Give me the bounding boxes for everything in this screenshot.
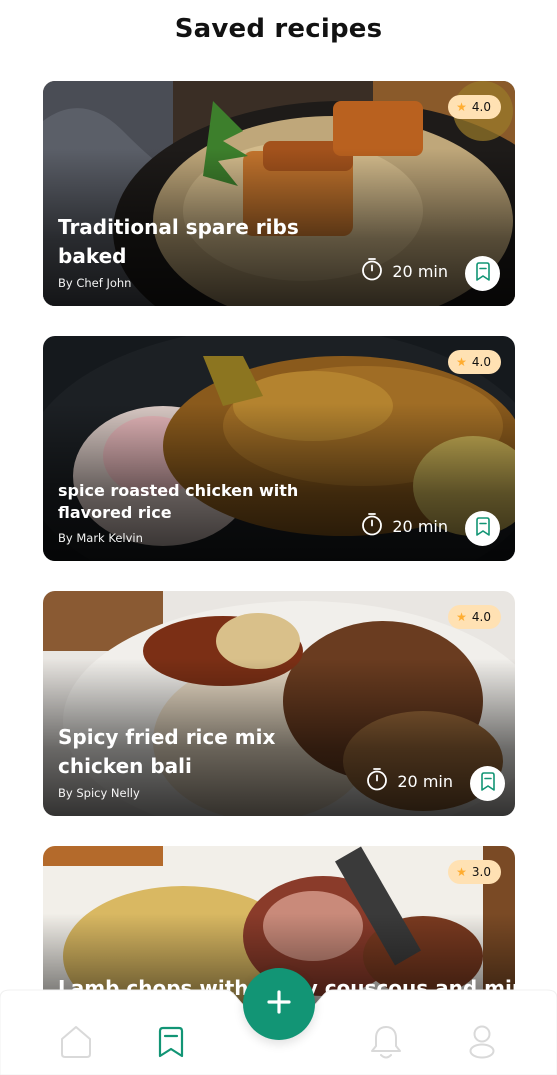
cook-time-value: 20 min: [397, 771, 453, 791]
nav-home[interactable]: [57, 1025, 95, 1063]
recipe-title: Spicy fried rice mix chicken bali: [58, 725, 276, 778]
rating-badge: ★ 4.0: [448, 95, 501, 119]
timer-icon: [366, 767, 388, 795]
rating-value: 4.0: [471, 100, 491, 114]
recipe-title: Traditional spare ribs baked: [58, 215, 299, 268]
plus-icon: [266, 989, 292, 1019]
rating-badge: ★ 4.0: [448, 350, 501, 374]
cook-time: 20 min: [361, 512, 448, 540]
recipe-card[interactable]: ★ 4.0 spice roasted chicken with flavore…: [43, 336, 515, 561]
timer-icon: [361, 512, 383, 540]
star-icon: ★: [456, 865, 467, 879]
bookmark-button[interactable]: [470, 766, 505, 801]
recipe-author: By Mark Kelvin: [58, 531, 143, 545]
recipe-card[interactable]: ★ 4.0 Traditional spare ribs baked By Ch…: [43, 81, 515, 306]
rating-value: 4.0: [471, 355, 491, 369]
star-icon: ★: [456, 100, 467, 114]
page-title: Saved recipes: [174, 14, 383, 44]
cook-time: 20 min: [361, 257, 448, 285]
cook-time-value: 20 min: [392, 516, 448, 536]
timer-icon: [361, 257, 383, 285]
bookmark-icon: [475, 516, 491, 541]
bookmark-button[interactable]: [465, 256, 500, 291]
nav-profile[interactable]: [463, 1025, 501, 1063]
rating-value: 4.0: [471, 610, 491, 624]
recipe-title: spice roasted chicken with flavored rice: [58, 480, 299, 523]
bookmark-icon: [157, 1026, 185, 1062]
star-icon: ★: [456, 355, 467, 369]
saved-recipes-screen: Saved recipes ★ 4.0 Traditional spare ri…: [0, 0, 557, 1075]
profile-icon: [467, 1024, 497, 1064]
recipe-card[interactable]: ★ 4.0 Spicy fried rice mix chicken bali …: [43, 591, 515, 816]
recipe-author: By Chef John: [58, 276, 132, 290]
home-icon: [58, 1024, 94, 1064]
recipe-author: By Spicy Nelly: [58, 786, 140, 800]
add-recipe-button[interactable]: [243, 968, 315, 1040]
bookmark-button[interactable]: [465, 511, 500, 546]
bell-icon: [369, 1024, 403, 1064]
cook-time-value: 20 min: [392, 261, 448, 281]
rating-value: 3.0: [471, 865, 491, 879]
bookmark-icon: [480, 771, 496, 796]
nav-notifications[interactable]: [367, 1025, 405, 1063]
star-icon: ★: [456, 610, 467, 624]
rating-badge: ★ 3.0: [448, 860, 501, 884]
rating-badge: ★ 4.0: [448, 605, 501, 629]
bookmark-icon: [475, 261, 491, 286]
cook-time: 20 min: [366, 767, 453, 795]
nav-saved[interactable]: [152, 1025, 190, 1063]
